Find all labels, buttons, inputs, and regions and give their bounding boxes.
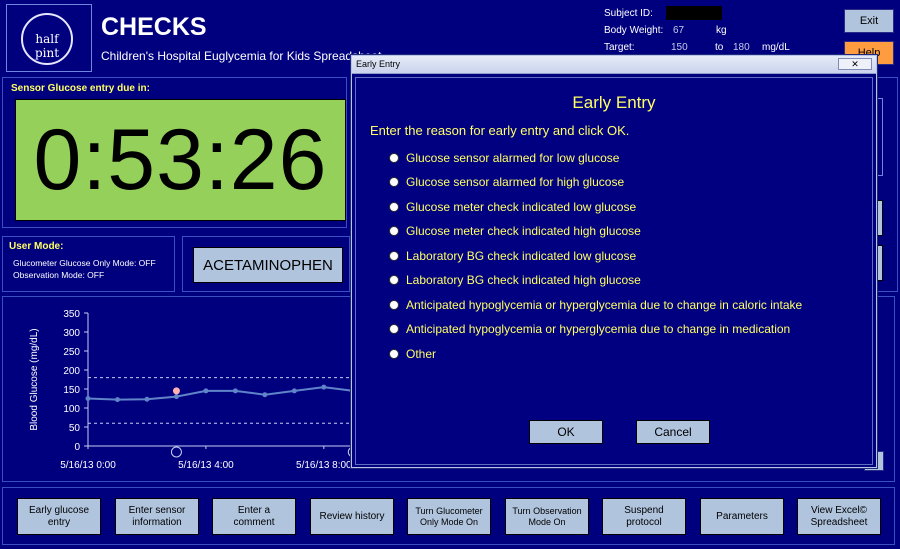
target-unit: mg/dL: [762, 42, 790, 53]
enter-comment-button[interactable]: Enter a comment: [212, 498, 296, 535]
radio-button[interactable]: [389, 300, 399, 310]
parameters-button[interactable]: Parameters: [700, 498, 784, 535]
glucose-data-point: [173, 394, 179, 400]
y-axis-label: Blood Glucose (mg/dL): [29, 328, 40, 430]
glucose-data-point: [291, 388, 297, 394]
radio-button[interactable]: [389, 177, 399, 187]
acetaminophen-button[interactable]: ACETAMINOPHEN: [193, 247, 343, 283]
dialog-heading: Early Entry: [572, 93, 656, 112]
dialog-titlebar[interactable]: Early Entry ✕: [352, 56, 876, 74]
glucometer-mode-status: Glucometer Glucose Only Mode: OFF: [13, 258, 156, 268]
dialog-prompt: Enter the reason for early entry and cli…: [370, 123, 630, 138]
y-tick-label: 250: [63, 347, 80, 358]
radio-button[interactable]: [389, 251, 399, 261]
user-mode-panel: User Mode: Glucometer Glucose Only Mode:…: [2, 236, 175, 292]
reason-option-label[interactable]: Other: [406, 347, 436, 361]
countdown-timer: 0:53:26: [15, 99, 346, 221]
dialog-body: Early Entry Enter the reason for early e…: [355, 77, 873, 465]
logo-circle: half pint: [21, 13, 73, 65]
close-icon[interactable]: ✕: [838, 58, 872, 70]
reason-option[interactable]: Glucose meter check indicated high gluco…: [389, 222, 641, 240]
ok-button[interactable]: OK: [529, 420, 603, 444]
x-tick-label: 5/16/13 0:00: [60, 460, 116, 471]
logo: half pint: [6, 4, 92, 72]
glucometer-only-mode-button[interactable]: Turn Glucometer Only Mode On: [407, 498, 491, 535]
reason-option[interactable]: Glucose sensor alarmed for high glucose: [389, 173, 624, 191]
radio-button[interactable]: [389, 349, 399, 359]
glucose-data-point: [203, 388, 209, 394]
reason-option[interactable]: Laboratory BG check indicated low glucos…: [389, 247, 636, 265]
reason-option-label[interactable]: Glucose meter check indicated low glucos…: [406, 200, 636, 214]
review-history-button[interactable]: Review history: [310, 498, 394, 535]
reason-option[interactable]: Glucose sensor alarmed for low glucose: [389, 149, 619, 167]
y-tick-label: 350: [63, 309, 80, 320]
y-tick-label: 100: [63, 404, 80, 415]
glucose-data-point: [262, 392, 268, 398]
body-weight-unit: kg: [716, 25, 727, 36]
reason-option-label[interactable]: Laboratory BG check indicated high gluco…: [406, 273, 641, 287]
x-tick-label: 5/16/13 8:00: [296, 460, 352, 471]
radio-button[interactable]: [389, 153, 399, 163]
cancel-button[interactable]: Cancel: [636, 420, 710, 444]
y-tick-label: 200: [63, 366, 80, 377]
suspend-protocol-button[interactable]: Suspend protocol: [602, 498, 686, 535]
dialog-window-title: Early Entry: [356, 59, 401, 69]
radio-button[interactable]: [389, 226, 399, 236]
x-tick-label: 5/16/13 4:00: [178, 460, 234, 471]
observation-mode-status: Observation Mode: OFF: [13, 270, 105, 280]
early-glucose-entry-button[interactable]: Early glucose entry: [17, 498, 101, 535]
reason-option-label[interactable]: Anticipated hypoglycemia or hyperglycemi…: [406, 322, 790, 336]
reason-option[interactable]: Anticipated hypoglycemia or hyperglycemi…: [389, 296, 802, 314]
exit-button[interactable]: Exit: [844, 9, 894, 33]
reason-option[interactable]: Glucose meter check indicated low glucos…: [389, 198, 636, 216]
enter-sensor-information-button[interactable]: Enter sensor information: [115, 498, 199, 535]
bottom-toolbar: Early glucose entry Enter sensor informa…: [2, 487, 895, 545]
reason-option-label[interactable]: Glucose meter check indicated high gluco…: [406, 224, 641, 238]
target-to: to: [715, 42, 724, 53]
subject-id-value: [666, 6, 722, 20]
reason-option-label[interactable]: Laboratory BG check indicated low glucos…: [406, 249, 636, 263]
reason-option[interactable]: Laboratory BG check indicated high gluco…: [389, 271, 641, 289]
glucose-data-point: [232, 388, 238, 394]
reason-option-label[interactable]: Glucose sensor alarmed for low glucose: [406, 151, 619, 165]
timer-panel: Sensor Glucose entry due in: 0:53:26: [2, 77, 347, 228]
y-tick-label: 0: [74, 442, 80, 453]
target-high: 180: [733, 42, 750, 53]
reason-option[interactable]: Other: [389, 345, 436, 363]
body-weight-value: 67: [673, 25, 685, 36]
radio-button[interactable]: [389, 202, 399, 212]
reason-option-label[interactable]: Glucose sensor alarmed for high glucose: [406, 175, 624, 189]
subject-id-label: Subject ID:: [604, 8, 653, 19]
glucose-data-point: [321, 384, 327, 390]
medication-panel: ACETAMINOPHEN: [182, 236, 350, 292]
early-entry-dialog: Early Entry ✕ Early Entry Enter the reas…: [351, 55, 877, 468]
glucose-data-point: [144, 396, 150, 402]
observation-mode-button[interactable]: Turn Observation Mode On: [505, 498, 589, 535]
body-weight-label: Body Weight:: [604, 25, 664, 36]
target-label: Target:: [604, 42, 635, 53]
radio-button[interactable]: [389, 275, 399, 285]
user-mode-title: User Mode:: [9, 241, 64, 252]
radio-button[interactable]: [389, 324, 399, 334]
target-low: 150: [671, 42, 688, 53]
flagged-glucose-point: [172, 387, 180, 395]
reason-option-label[interactable]: Anticipated hypoglycemia or hyperglycemi…: [406, 298, 802, 312]
app-title: CHECKS: [101, 13, 207, 41]
y-tick-label: 50: [69, 423, 81, 434]
glucose-data-point: [85, 396, 91, 401]
logo-text: half pint: [34, 32, 60, 60]
y-tick-label: 300: [63, 328, 80, 339]
view-spreadsheet-button[interactable]: View Excel© Spreadsheet: [797, 498, 881, 535]
app-subtitle: Children's Hospital Euglycemia for Kids …: [101, 49, 382, 63]
reason-option[interactable]: Anticipated hypoglycemia or hyperglycemi…: [389, 320, 790, 338]
timer-caption: Sensor Glucose entry due in:: [11, 83, 150, 94]
event-marker: [170, 446, 182, 458]
y-tick-label: 150: [63, 385, 80, 396]
glucose-data-point: [114, 397, 120, 403]
